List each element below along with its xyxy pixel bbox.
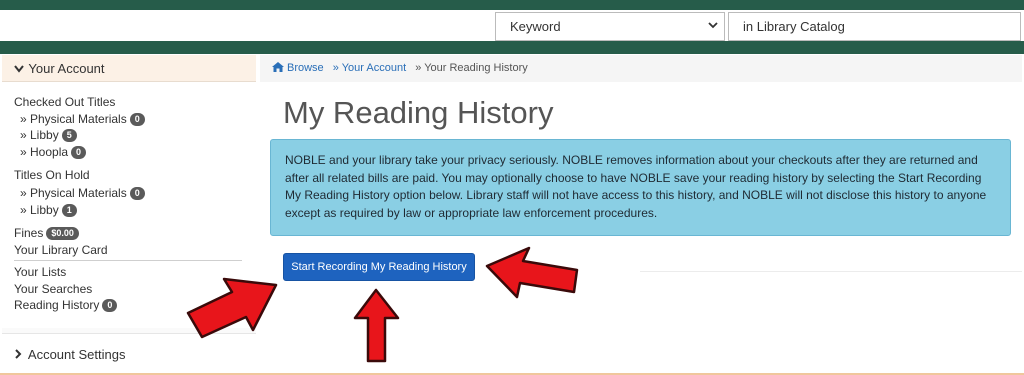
checked-out-libby-count-badge: 5 <box>61 129 77 142</box>
search-type-select[interactable]: Keyword <box>495 12 725 41</box>
chevron-right-icon <box>14 347 25 362</box>
your-account-label: Your Account <box>28 61 105 76</box>
breadcrumb: Browse » Your Account » Your Reading His… <box>260 55 1022 82</box>
fines-link[interactable]: Fines $0.00 <box>14 226 79 240</box>
checked-out-hoopla-count-badge: 0 <box>71 146 87 159</box>
search-scope-value: in Library Catalog <box>743 19 845 34</box>
hold-libby-link[interactable]: » Libby 1 <box>20 203 77 217</box>
checked-out-titles-link[interactable]: Checked Out Titles <box>14 95 115 109</box>
chevron-down-icon <box>14 61 25 76</box>
hold-physical-count-badge: 0 <box>129 187 145 200</box>
library-card-link[interactable]: Your Library Card <box>14 243 108 257</box>
main-content: Browse » Your Account » Your Reading His… <box>260 55 1022 373</box>
reading-history-count-badge: 0 <box>102 299 118 312</box>
header-stripe-top <box>0 0 1024 10</box>
hold-libby-label: » Libby <box>20 203 59 217</box>
titles-on-hold-link[interactable]: Titles On Hold <box>14 168 90 182</box>
fines-amount-badge: $0.00 <box>46 227 79 240</box>
search-type-value: Keyword <box>510 19 561 34</box>
hold-physical-link[interactable]: » Physical Materials 0 <box>20 186 145 200</box>
checked-out-libby-link[interactable]: » Libby 5 <box>20 128 77 142</box>
checked-out-hoopla-link[interactable]: » Hoopla 0 <box>20 145 87 159</box>
checked-out-physical-link[interactable]: » Physical Materials 0 <box>20 112 145 126</box>
search-input[interactable] <box>0 10 490 41</box>
hold-libby-count-badge: 1 <box>61 204 77 217</box>
breadcrumb-your-account-link[interactable]: » Your Account <box>333 62 406 74</box>
account-settings-label: Account Settings <box>27 347 126 362</box>
chevron-down-icon <box>708 18 718 33</box>
start-recording-button[interactable]: Start Recording My Reading History <box>283 253 475 281</box>
account-sidebar: Your Account Checked Out Titles » Physic… <box>2 55 256 373</box>
header-stripe-bottom <box>0 41 1024 54</box>
checked-out-libby-label: » Libby <box>20 128 59 142</box>
privacy-notice: NOBLE and your library take your privacy… <box>270 139 1011 236</box>
breadcrumb-browse-link[interactable]: Browse <box>287 62 324 74</box>
sidebar-divider <box>14 260 242 261</box>
your-account-toggle[interactable]: Your Account <box>2 55 256 82</box>
your-searches-link[interactable]: Your Searches <box>14 282 92 296</box>
checked-out-physical-label: » Physical Materials <box>20 112 127 126</box>
reading-history-label: Reading History <box>14 298 100 312</box>
hold-physical-label: » Physical Materials <box>20 186 127 200</box>
reading-history-link[interactable]: Reading History 0 <box>14 298 118 312</box>
account-settings-toggle[interactable]: Account Settings <box>2 333 256 373</box>
your-lists-link[interactable]: Your Lists <box>14 265 66 279</box>
account-menu: Checked Out Titles » Physical Materials 0… <box>2 82 256 328</box>
home-icon <box>272 62 284 72</box>
breadcrumb-current: » Your Reading History <box>415 62 528 74</box>
fines-label: Fines <box>14 226 44 240</box>
search-scope-select[interactable]: in Library Catalog <box>728 12 1021 41</box>
checked-out-physical-count-badge: 0 <box>129 113 145 126</box>
checked-out-hoopla-label: » Hoopla <box>20 145 69 159</box>
content-divider <box>640 271 1022 272</box>
page-title: My Reading History <box>283 95 554 130</box>
